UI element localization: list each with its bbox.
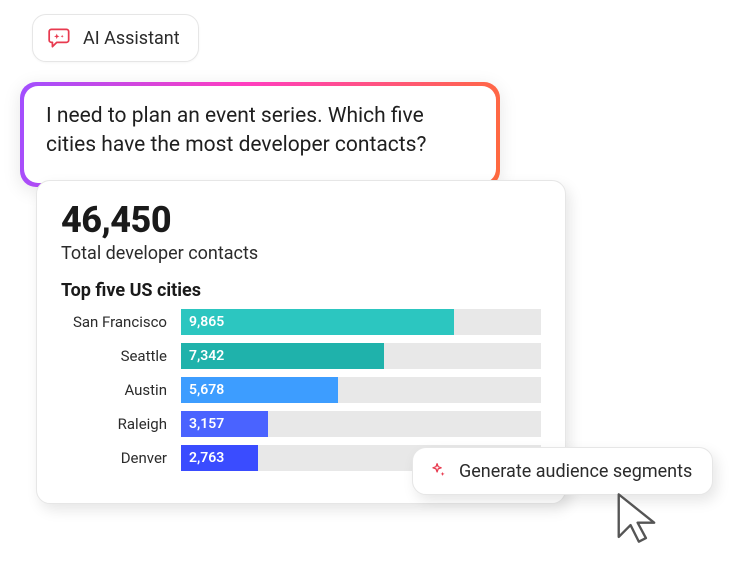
ai-assistant-pill[interactable]: AI Assistant	[32, 14, 199, 62]
generate-audience-label: Generate audience segments	[459, 461, 692, 482]
cursor-icon	[616, 492, 664, 544]
prompt-card: I need to plan an event series. Which fi…	[20, 82, 500, 187]
bar-track: 3,157	[181, 411, 541, 437]
bar-row: Seattle 7,342	[61, 343, 541, 369]
bar-category-label: Seattle	[61, 347, 167, 365]
generate-audience-button[interactable]: Generate audience segments	[412, 447, 713, 495]
bar-category-label: San Francisco	[61, 313, 167, 331]
bar-category-label: Austin	[61, 381, 167, 399]
bar-fill: 3,157	[181, 411, 268, 437]
total-value: 46,450	[61, 199, 541, 241]
prompt-text: I need to plan an event series. Which fi…	[46, 102, 474, 161]
bar-row: San Francisco 9,865	[61, 309, 541, 335]
bar-track: 5,678	[181, 377, 541, 403]
total-label: Total developer contacts	[61, 243, 541, 264]
bar-fill: 2,763	[181, 445, 258, 471]
bar-fill: 5,678	[181, 377, 338, 403]
section-title: Top five US cities	[61, 280, 541, 301]
ai-assistant-label: AI Assistant	[83, 28, 180, 49]
bar-row: Raleigh 3,157	[61, 411, 541, 437]
sparkle-icon	[427, 460, 449, 482]
bar-category-label: Raleigh	[61, 415, 167, 433]
bar-category-label: Denver	[61, 449, 167, 467]
bar-fill: 9,865	[181, 309, 454, 335]
bar-track: 9,865	[181, 309, 541, 335]
bar-row: Austin 5,678	[61, 377, 541, 403]
bar-fill: 7,342	[181, 343, 384, 369]
bar-track: 7,342	[181, 343, 541, 369]
sparkle-chat-icon	[47, 25, 73, 51]
